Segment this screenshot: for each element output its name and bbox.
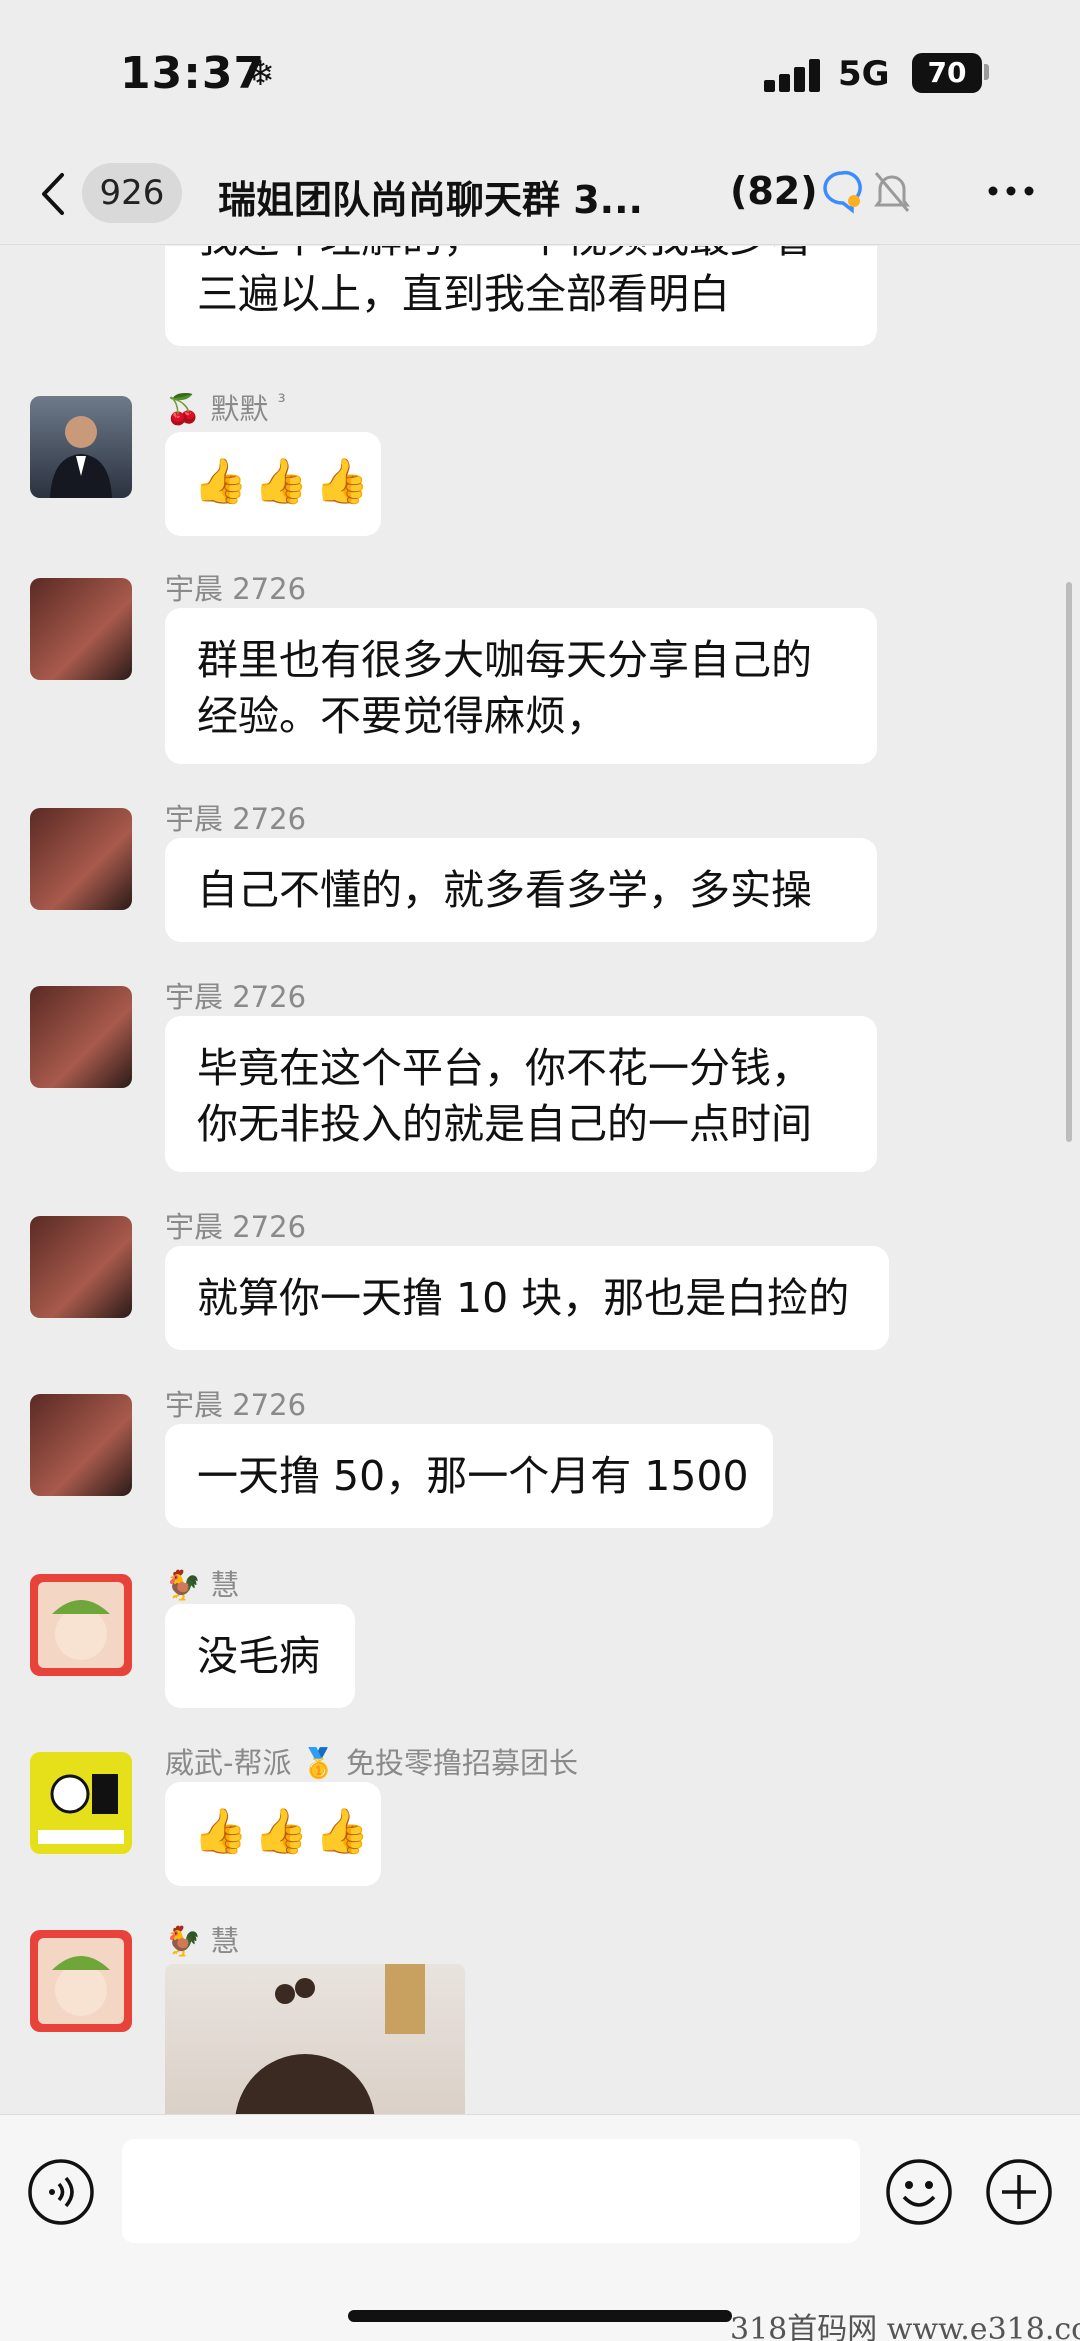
battery-cap	[984, 64, 989, 80]
message-bubble[interactable]: 群里也有很多大咖每天分享自己的 经验。不要觉得麻烦，	[165, 608, 877, 764]
message-text: 没毛病	[197, 1632, 320, 1680]
chat-header: 926 瑞姐团队尚尚聊天群 3... (82)	[0, 145, 1080, 245]
avatar[interactable]	[30, 1394, 132, 1496]
avatar[interactable]	[30, 986, 132, 1088]
message-text: 三遍以上，直到我全部看明白	[197, 270, 730, 318]
mute-bell-icon	[874, 172, 910, 212]
message-bubble[interactable]: 没毛病	[165, 1604, 355, 1708]
back-icon[interactable]	[34, 167, 74, 221]
network-type: 5G	[838, 54, 890, 94]
message-text: 就算你一天撸 10 块，那也是白捡的	[197, 1274, 850, 1322]
avatar[interactable]	[30, 1752, 132, 1854]
medal-icon: 🥇	[300, 1746, 337, 1780]
battery-icon: 70	[912, 53, 982, 93]
voice-input-icon[interactable]	[26, 2157, 96, 2227]
message-input[interactable]	[122, 2139, 860, 2243]
message-list[interactable]: 我还不理解的，一个视频我最少看 三遍以上，直到我全部看明白 🍒 默默 ³ 👍👍👍…	[0, 246, 1080, 2114]
add-more-icon[interactable]	[984, 2157, 1054, 2227]
thumbs-up-icon: 👍	[253, 456, 309, 507]
sender-name: 🍒 默默 ³	[165, 389, 286, 426]
rooster-icon: 🐓	[165, 1568, 202, 1602]
avatar[interactable]	[30, 808, 132, 910]
thumbs-up-icon: 👍	[193, 1806, 248, 1857]
avatar[interactable]	[30, 396, 132, 498]
sender-name: 宇晨 2726	[165, 980, 307, 1014]
message-text: 我还不理解的，一个视频我最少看	[197, 246, 845, 266]
signal-icon	[764, 58, 824, 92]
avatar[interactable]	[30, 1574, 132, 1676]
message-bubble[interactable]: 毕竟在这个平台，你不花一分钱， 你无非投入的就是自己的一点时间	[165, 1016, 877, 1172]
sender-name: 🐓 慧	[165, 1568, 240, 1602]
message-bubble[interactable]: 一天撸 50，那一个月有 1500	[165, 1424, 773, 1528]
message-bubble[interactable]: 就算你一天撸 10 块，那也是白捡的	[165, 1246, 889, 1350]
scrollbar[interactable]	[1066, 582, 1072, 1142]
image-message[interactable]	[165, 1964, 465, 2114]
sender-name: 宇晨 2726	[165, 802, 307, 836]
thumbs-up-icon: 👍	[314, 456, 370, 507]
status-bar: 13:37 ❄ 5G 70	[0, 0, 1080, 145]
thumbs-up-icon: 👍	[193, 456, 248, 507]
rooster-icon: 🐓	[165, 1924, 202, 1958]
avatar[interactable]	[30, 1216, 132, 1318]
message-bubble[interactable]: 自己不懂的，就多看多学，多实操	[165, 838, 877, 942]
message-bubble[interactable]: 我还不理解的，一个视频我最少看 三遍以上，直到我全部看明白	[165, 246, 877, 346]
sender-name: 宇晨 2726	[165, 1388, 307, 1422]
message-text: 经验。不要觉得麻烦，	[197, 692, 607, 740]
avatar[interactable]	[30, 1930, 132, 2032]
message-text: 一天撸 50，那一个月有 1500	[197, 1452, 749, 1500]
sender-name: 宇晨 2726	[165, 572, 307, 606]
avatar[interactable]	[30, 578, 132, 680]
home-indicator[interactable]	[348, 2310, 732, 2322]
chat-title[interactable]: 瑞姐团队尚尚聊天群 3...	[218, 169, 688, 224]
member-count: (82)	[730, 169, 818, 213]
thumbs-up-icon: 👍	[253, 1806, 309, 1857]
sender-name: 🐓 慧	[165, 1924, 240, 1958]
cherry-icon: 🍒	[165, 392, 202, 426]
chat-assistant-icon[interactable]	[818, 167, 866, 215]
message-text: 你无非投入的就是自己的一点时间	[197, 1100, 812, 1148]
sender-name: 宇晨 2726	[165, 1210, 307, 1244]
more-icon[interactable]	[986, 181, 1036, 201]
status-time: 13:37	[120, 48, 266, 99]
message-bubble[interactable]: 👍 👍 👍	[165, 1782, 381, 1886]
snowflake-icon: ❄	[246, 54, 275, 94]
message-text: 群里也有很多大咖每天分享自己的	[197, 636, 812, 684]
thumbs-up-icon: 👍	[314, 1806, 370, 1857]
unread-count-badge[interactable]: 926	[82, 163, 182, 223]
message-text: 毕竟在这个平台，你不花一分钱，	[197, 1044, 812, 1092]
sender-name: 威武-帮派 🥇 免投零撸招募团长	[165, 1746, 579, 1780]
message-bubble[interactable]: 👍 👍 👍	[165, 432, 381, 536]
message-text: 自己不懂的，就多看多学，多实操	[197, 866, 812, 914]
watermark: 318首码网 www.e318.com	[730, 2312, 1080, 2341]
emoji-icon[interactable]	[884, 2157, 954, 2227]
